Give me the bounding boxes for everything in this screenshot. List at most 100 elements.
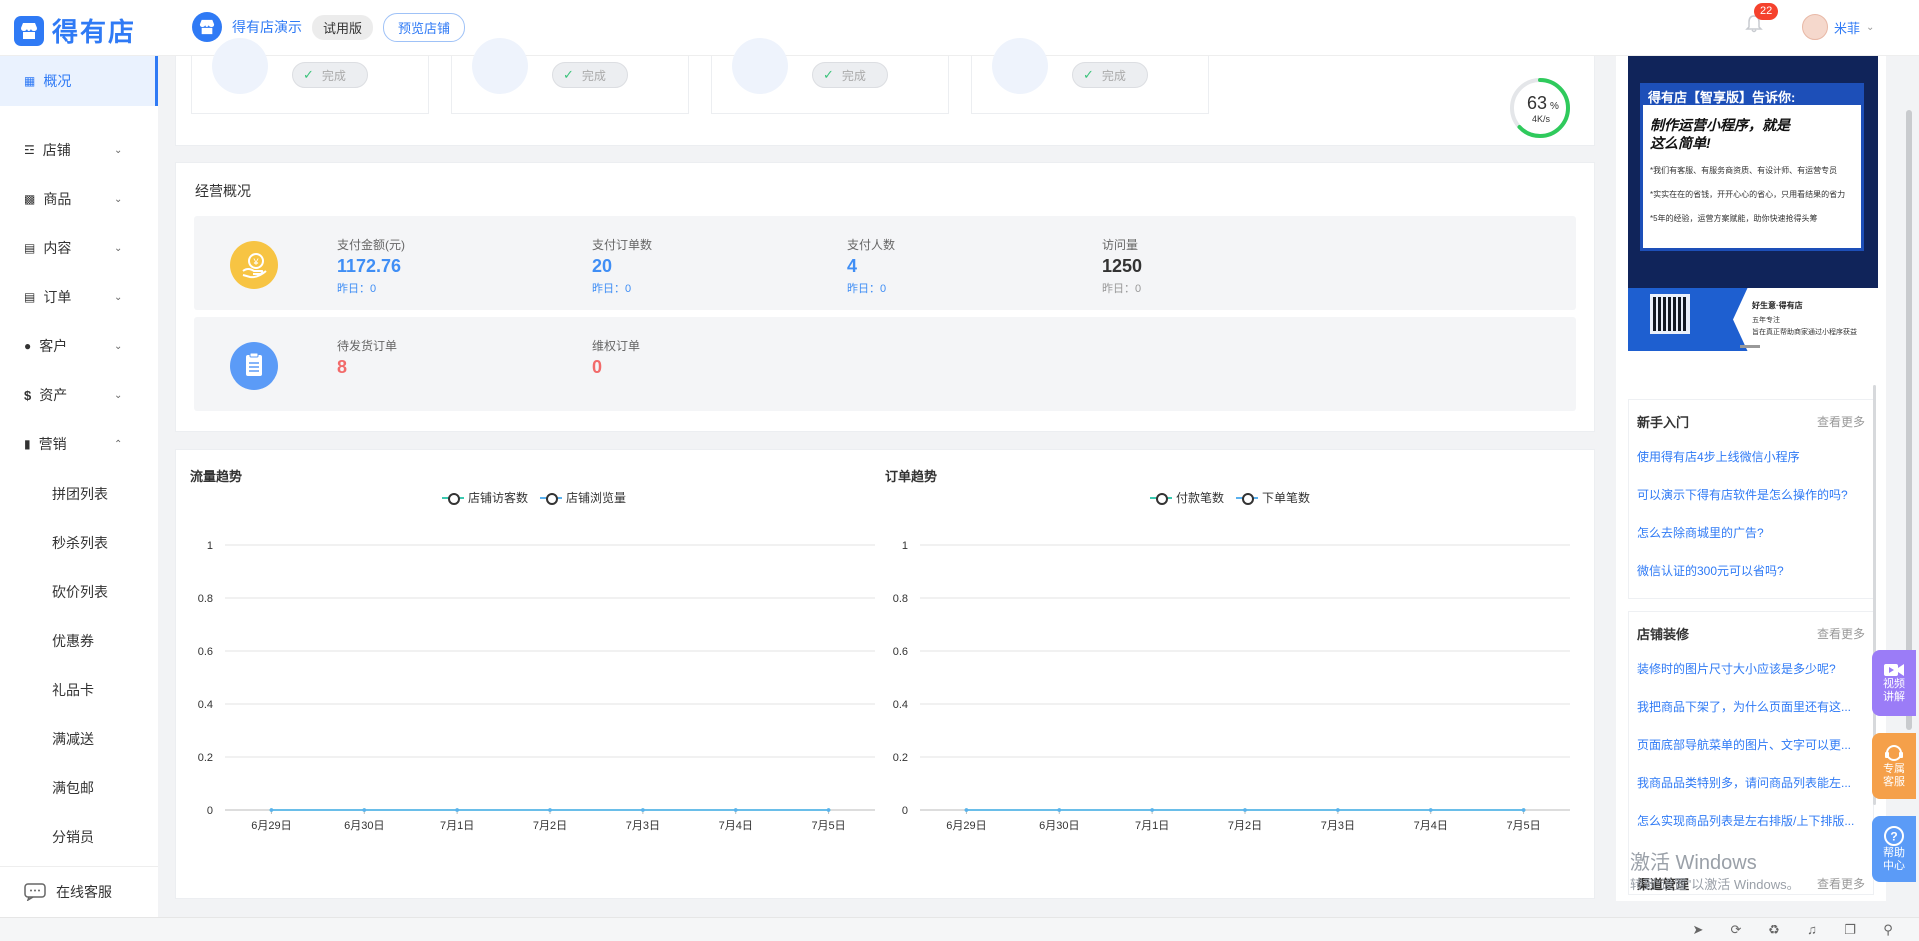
trash-icon[interactable]: ♻ [1766, 922, 1782, 938]
headset-icon [1885, 745, 1903, 761]
x-tick-label: 7月1日 [1135, 820, 1169, 832]
app-logo[interactable]: 得有店 [14, 12, 136, 49]
video-tutorial-button[interactable]: 视频 讲解 [1872, 650, 1916, 716]
banner-footer-line: 旨在真正帮助商家通过小程序获益 [1752, 329, 1857, 336]
sidebar-item-store[interactable]: ☲ 店铺 ⌄ [0, 132, 158, 168]
promo-banner[interactable]: 得有店【智享版】告诉你: 制作运营小程序，就是这么简单! *我们有客服、有服务商… [1628, 56, 1878, 351]
chevron-up-icon: ⌃ [114, 438, 123, 450]
sidebar-item-content[interactable]: ▤ 内容 ⌄ [0, 230, 158, 266]
sidebar-item-order[interactable]: ▤ 订单 ⌄ [0, 279, 158, 315]
notification-count-badge: 22 [1754, 3, 1779, 20]
help-link[interactable]: 怎么去除商城里的广告? [1637, 524, 1865, 541]
stat-pending-shipment[interactable]: 待发货订单 8 [337, 337, 397, 378]
task-step-2: ✓ 完成 [451, 38, 689, 114]
banner-title: 制作运营小程序，就是这么简单! [1650, 117, 1790, 151]
notification-bell[interactable]: 22 [1744, 3, 1779, 39]
y-tick-label: 0.8 [198, 593, 213, 605]
y-tick-label: 0.4 [198, 699, 213, 711]
view-more-link[interactable]: 查看更多 [1817, 875, 1865, 892]
data-point [1057, 808, 1062, 812]
sidebar: ▦ 概况 ☲ 店铺 ⌄ ▩ 商品 ⌄ ▤ 内容 ⌄ ▤ 订单 ⌄ ● 客户 ⌄ … [0, 56, 158, 941]
sidebar-item-goods[interactable]: ▩ 商品 ⌄ [0, 181, 158, 217]
order-chart-legend: 付款笔数 下单笔数 [1150, 489, 1310, 506]
data-point [826, 808, 831, 812]
stat-paid-orders[interactable]: 支付订单数 20 昨日：0 [592, 236, 652, 296]
sidebar-item-asset[interactable]: $ 资产 ⌄ [0, 377, 158, 413]
task-done-badge: ✓ 完成 [552, 62, 628, 88]
refresh-icon[interactable]: ⟳ [1728, 922, 1744, 938]
store-name[interactable]: 得有店演示 [232, 17, 302, 37]
help-card-title: 新手入门 [1637, 415, 1690, 430]
sidebar-sub-flash-sale[interactable]: 秒杀列表 [52, 533, 108, 553]
chevron-down-icon: ⌄ [1866, 21, 1875, 33]
top-bar: 得有店 得有店演示 试用版 预览店铺 22 米菲 ⌄ [0, 0, 1919, 56]
chevron-down-icon: ⌄ [114, 193, 123, 205]
y-tick-label: 0 [207, 805, 213, 817]
view-more-link[interactable]: 查看更多 [1817, 413, 1865, 430]
page-scrollbar[interactable] [1906, 110, 1912, 730]
stat-paying-users[interactable]: 支付人数 4 昨日：0 [847, 236, 895, 296]
help-link[interactable]: 页面底部导航菜单的图片、文字可以更... [1637, 736, 1865, 753]
stat-visits[interactable]: 访问量 1250 昨日：0 [1102, 236, 1142, 296]
banner-footer-line: 五年专注 [1752, 317, 1780, 324]
sidebar-sub-distributor[interactable]: 分销员 [52, 827, 94, 847]
task-done-badge: ✓ 完成 [292, 62, 368, 88]
x-tick-label: 7月2日 [1228, 820, 1262, 832]
view-more-link[interactable]: 查看更多 [1817, 625, 1865, 642]
sidebar-item-overview[interactable]: ▦ 概况 [0, 56, 158, 106]
help-center-button[interactable]: ? 帮助 中心 [1872, 816, 1916, 882]
help-link[interactable]: 微信认证的300元可以省吗? [1637, 562, 1865, 579]
x-tick-label: 6月30日 [344, 820, 384, 832]
sidebar-sub-bargain[interactable]: 砍价列表 [52, 582, 108, 602]
data-point [1336, 808, 1340, 812]
x-tick-label: 7月3日 [1321, 820, 1355, 832]
help-link[interactable]: 我商品品类特别多，请问商品列表能左... [1637, 774, 1865, 791]
help-link[interactable]: 怎么实现商品列表是左右排版/上下排版... [1637, 812, 1865, 829]
order-trend-chart[interactable]: 0 0.2 0.4 0.6 0.8 1 6月29日 6月30日 7月1日 7月2日 7月3日 7月4日… [880, 530, 1580, 840]
help-link[interactable]: 使用得有店4步上线微信小程序 [1637, 448, 1865, 465]
help-link[interactable]: 可以演示下得有店软件是怎么操作的吗? [1637, 486, 1865, 503]
rocket-icon[interactable]: ➤ [1690, 922, 1706, 938]
stat-refund-orders[interactable]: 维权订单 0 [592, 337, 640, 378]
user-menu[interactable]: 米菲 ⌄ [1802, 14, 1874, 40]
legend-swatch [1150, 492, 1172, 505]
data-point [641, 808, 645, 812]
sidebar-sub-free-shipping[interactable]: 满包邮 [52, 778, 94, 798]
marketing-icon: ▮ [24, 437, 31, 451]
traffic-chart-legend: 店铺访客数 店铺浏览量 [442, 489, 626, 506]
legend-item[interactable]: 店铺访客数 [442, 489, 528, 506]
task-done-badge: ✓ 完成 [1072, 62, 1148, 88]
y-tick-label: 1 [902, 540, 908, 552]
speaker-icon[interactable]: ♫ [1804, 922, 1820, 938]
window-icon[interactable]: ❐ [1842, 922, 1858, 938]
sidebar-sub-full-reduction[interactable]: 满减送 [52, 729, 94, 749]
sidebar-item-marketing[interactable]: ▮ 营销 ⌃ [0, 426, 158, 462]
x-tick-label: 6月29日 [251, 820, 291, 832]
online-service-button[interactable]: 在线客服 [0, 866, 158, 916]
store-switcher[interactable]: 得有店演示 试用版 预览店铺 [192, 12, 466, 42]
sidebar-sub-gift-card[interactable]: 礼品卡 [52, 680, 94, 700]
sidebar-sub-group-buy[interactable]: 拼团列表 [52, 484, 108, 504]
legend-item[interactable]: 下单笔数 [1236, 489, 1310, 506]
sidebar-item-label: 客户 [39, 338, 68, 354]
y-tick-label: 0.6 [198, 646, 213, 658]
sidebar-item-customer[interactable]: ● 客户 ⌄ [0, 328, 158, 364]
legend-item[interactable]: 付款笔数 [1150, 489, 1224, 506]
content-icon: ▤ [24, 241, 36, 255]
stat-payment-amount[interactable]: 支付金额(元) 1172.76 昨日：0 [337, 236, 405, 296]
task-step-icon [992, 38, 1048, 94]
traffic-trend-chart[interactable]: 0 0.2 0.4 0.6 0.8 1 6月29日 6月30日 7月1日 7月2日 7月3日 7月4日… [185, 530, 885, 840]
preview-store-button[interactable]: 预览店铺 [383, 12, 466, 42]
speed-progress-ring[interactable]: 63 % 4K/s [1508, 76, 1572, 140]
avatar [1802, 14, 1828, 40]
data-point [733, 808, 738, 812]
help-link[interactable]: 我把商品下架了，为什么页面里还有这... [1637, 698, 1865, 715]
search-icon[interactable]: ⚲ [1880, 922, 1896, 938]
legend-item[interactable]: 店铺浏览量 [540, 489, 626, 506]
sidebar-item-label: 概况 [43, 73, 72, 89]
sidebar-sub-coupon[interactable]: 优惠券 [52, 631, 94, 651]
dedicated-service-button[interactable]: 专属 客服 [1872, 733, 1916, 799]
banner-bullet: *实实在在的省钱，开开心心的省心，只用看结果的省力 [1650, 190, 1846, 199]
help-link[interactable]: 装修时的图片尺寸大小应该是多少呢? [1637, 660, 1865, 677]
data-point [964, 808, 969, 812]
